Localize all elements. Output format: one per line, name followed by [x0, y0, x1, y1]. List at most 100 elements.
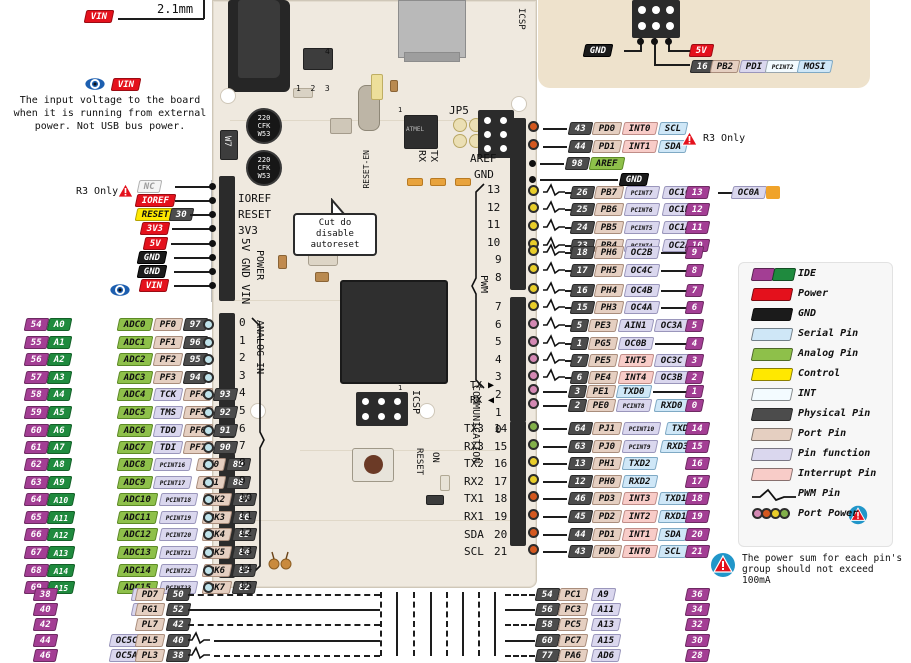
icsp-pad	[500, 117, 507, 124]
analog-adc-tag: ADC5	[116, 406, 154, 419]
right-port-power-dot	[528, 185, 539, 196]
comm-phys-tag-label: 46	[574, 494, 586, 505]
analog-adc-tag-label: ADC0	[123, 320, 146, 330]
right-fn2-tag-label: OC4A	[630, 303, 653, 313]
analog-ide-number: 67	[23, 546, 50, 559]
smd-part	[315, 272, 329, 282]
right-port-power-dot	[528, 300, 539, 311]
communication-header[interactable]	[510, 421, 526, 546]
right-phys-tag-label: 15	[576, 303, 588, 313]
comm-serial-tag-label: TXD2	[628, 459, 651, 470]
pwm-wave-icon	[543, 316, 565, 330]
right-phys-tag: 18	[569, 246, 596, 259]
analog-adc-tag-label: ADC7	[123, 443, 146, 454]
analog-ide-name-label: A11	[53, 513, 69, 523]
connector-icon	[268, 551, 292, 570]
power-header[interactable]	[219, 176, 235, 301]
bottom-connector-dashed	[478, 592, 480, 656]
right-phys-tag-label: 6	[576, 373, 583, 383]
analog-ide-number: 54	[23, 318, 50, 331]
comm-ide-tag-label: 19	[691, 512, 703, 522]
bottom-right-ide-tag: 28	[684, 648, 711, 662]
right-ide-line	[655, 343, 686, 345]
comm-port-tag: PJ1	[591, 422, 623, 435]
board-comm-pin-number: 21	[494, 545, 508, 559]
analog-ide-number-label: 60	[30, 425, 42, 436]
board-comm-pin-name: SCL	[464, 545, 484, 559]
comm-phys-tag-label: 45	[574, 512, 586, 522]
board-pwm-pin-number: 4	[495, 352, 502, 366]
right-fn-tag-label: AIN1	[624, 321, 647, 331]
legend-item-label: Power	[798, 288, 829, 299]
analog-fn-tag-label: TDO	[159, 425, 177, 436]
analog-fn-tag: TDO	[152, 423, 184, 437]
right-port-tag: PB7	[593, 186, 625, 199]
bottom-right-ide-tag: 32	[684, 618, 711, 632]
bottom-left-port-tag-label: PL3	[141, 650, 159, 661]
analog-port-tag-label: PF1	[159, 337, 177, 348]
right-ide-tag-label: 8	[691, 266, 698, 276]
right-ide-tag-label: 5	[691, 321, 698, 331]
right-fn2-tag-label: OC3C	[660, 356, 683, 366]
bottom-left-port-tag: PL3	[134, 648, 166, 662]
legend-swatch	[750, 348, 794, 361]
bottom-right-fn-tag: A9	[590, 588, 617, 601]
comm-fn-tag-label: PCINT9	[628, 443, 651, 451]
analog-ide-number-label: 61	[30, 443, 42, 454]
analog-adc-tag: ADC12	[116, 528, 159, 542]
comm-phys-tag: 44	[567, 527, 594, 541]
bottom-connector-dashed	[446, 592, 448, 656]
right-port-power-dot	[528, 370, 539, 381]
comm-phys-tag-label: 64	[574, 424, 586, 434]
comm-interrupt-tag: INT2	[621, 510, 659, 523]
legend-swatch	[750, 428, 794, 441]
silk-w7: W7	[222, 136, 232, 147]
right-port-tag-label: PH3	[600, 303, 618, 313]
icsp-top-pad	[666, 6, 674, 14]
analog-adc-tag: ADC3	[116, 370, 154, 384]
right-phys-tag: 1	[569, 337, 590, 350]
pin-dot-gnd-2	[209, 268, 216, 275]
right-ide-tag: 2	[684, 371, 705, 384]
analog-adc-tag: ADC9	[116, 475, 154, 489]
right-ide-tag: 0	[684, 399, 705, 412]
pwm-low-header[interactable]	[510, 297, 526, 422]
legend-item-label: IDE	[798, 268, 817, 279]
analog-port-power-dot	[203, 336, 214, 348]
right-phys-tag: 2	[567, 399, 588, 412]
vin-top-line	[118, 18, 204, 20]
comm-pin-line	[543, 533, 567, 536]
comm-port-power-dot	[528, 526, 539, 538]
bottom-right-port-tag-label: PC1	[564, 590, 582, 600]
power-warning-icon	[711, 553, 735, 577]
board-analog-pin-number: 12	[239, 526, 253, 540]
board-analog-pin-number: 0	[239, 316, 246, 329]
legend-swatch	[750, 388, 794, 401]
right-ide-tag: 8	[684, 264, 705, 277]
analog-fn-tag: PCINT22	[158, 563, 199, 577]
board-comm-pin-number: 18	[494, 492, 508, 506]
silk-jack-nums: 1 2 3	[296, 84, 330, 93]
legend-pwm-wave-icon	[752, 488, 796, 502]
analog-ide-name: A14	[46, 563, 76, 577]
right-port-power-dot	[528, 121, 539, 132]
analog-fn-tag-label: TCK	[159, 390, 177, 401]
analog-ide-number-label: 56	[30, 355, 42, 366]
right-serial-tag-label: SDA	[664, 142, 682, 152]
legend-item-label: Port Power	[798, 508, 859, 519]
board-comm-pin-name: RX1	[464, 510, 484, 523]
analog-ide-number: 59	[23, 406, 50, 419]
bottom-right-fn-tag: A11	[590, 603, 622, 617]
aref-gnd-pwm-header[interactable]	[510, 118, 526, 290]
right-phys-tag-label: 5	[576, 321, 583, 331]
comm-interrupt-tag-label: INT1	[628, 529, 651, 540]
reset-button-cap[interactable]	[364, 455, 383, 474]
pin-tag-ioref: IOREF	[134, 194, 177, 207]
pwm-bracket	[471, 183, 485, 389]
board-analog-pin-number: 1	[239, 333, 246, 347]
comm-pin-line	[543, 480, 567, 483]
pinout-diagram: 220 CFK W53 220 CFK W53 IOREF RESET 3V3 …	[0, 0, 911, 662]
right-pin-line	[543, 391, 567, 393]
comm-port-power-dot	[528, 438, 539, 450]
analog-ide-number-label: 63	[30, 477, 42, 488]
